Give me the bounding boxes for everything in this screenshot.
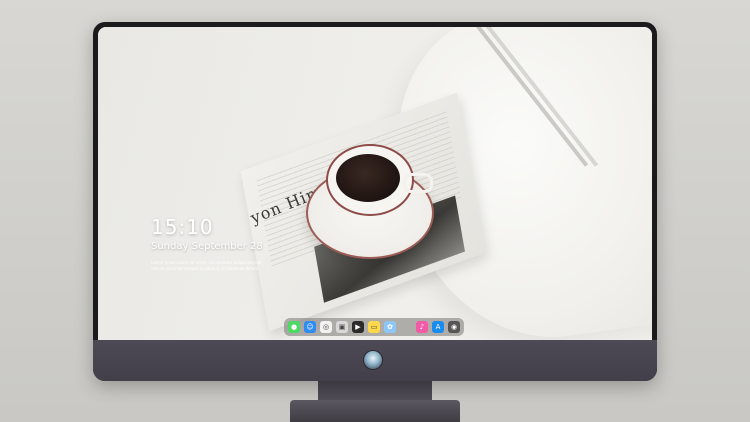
brand-logo-icon bbox=[364, 351, 382, 369]
notes-icon[interactable]: ▭ bbox=[368, 321, 380, 333]
imac-stand-foot bbox=[290, 400, 460, 422]
lock-screen-time: 15:10 bbox=[151, 215, 214, 239]
music-icon[interactable]: ♪ bbox=[416, 321, 428, 333]
lock-screen-notification-line: sed do eiusmod tempor incididunt ut labo… bbox=[151, 266, 258, 271]
app-store-icon[interactable]: A bbox=[432, 321, 444, 333]
lock-screen-date: Sunday September 28 bbox=[151, 241, 263, 252]
photos-icon[interactable]: ✿ bbox=[384, 321, 396, 333]
wallpaper-cup-handle bbox=[403, 173, 433, 193]
imac-stand-neck bbox=[318, 381, 432, 401]
dock: ● ☺ ◎ ▣ ▶ ▭ ✿ ♪ A ◉ bbox=[284, 318, 464, 336]
safari-icon[interactable]: ◎ bbox=[320, 321, 332, 333]
camera-icon[interactable]: ◉ bbox=[448, 321, 460, 333]
imac-chin bbox=[93, 340, 657, 381]
preview-icon[interactable]: ▣ bbox=[336, 321, 348, 333]
lock-screen[interactable]: yon Himel 15:10 Sunday September 28 Lore… bbox=[98, 27, 652, 340]
imac-display: yon Himel 15:10 Sunday September 28 Lore… bbox=[93, 22, 657, 381]
wallpaper-coffee bbox=[336, 154, 400, 202]
messages-icon[interactable]: ● bbox=[288, 321, 300, 333]
lock-screen-notification-line: Lorem ipsum dolor sit amet, consectetur … bbox=[151, 260, 262, 265]
finder-icon[interactable]: ☺ bbox=[304, 321, 316, 333]
final-cut-icon[interactable]: ▶ bbox=[352, 321, 364, 333]
